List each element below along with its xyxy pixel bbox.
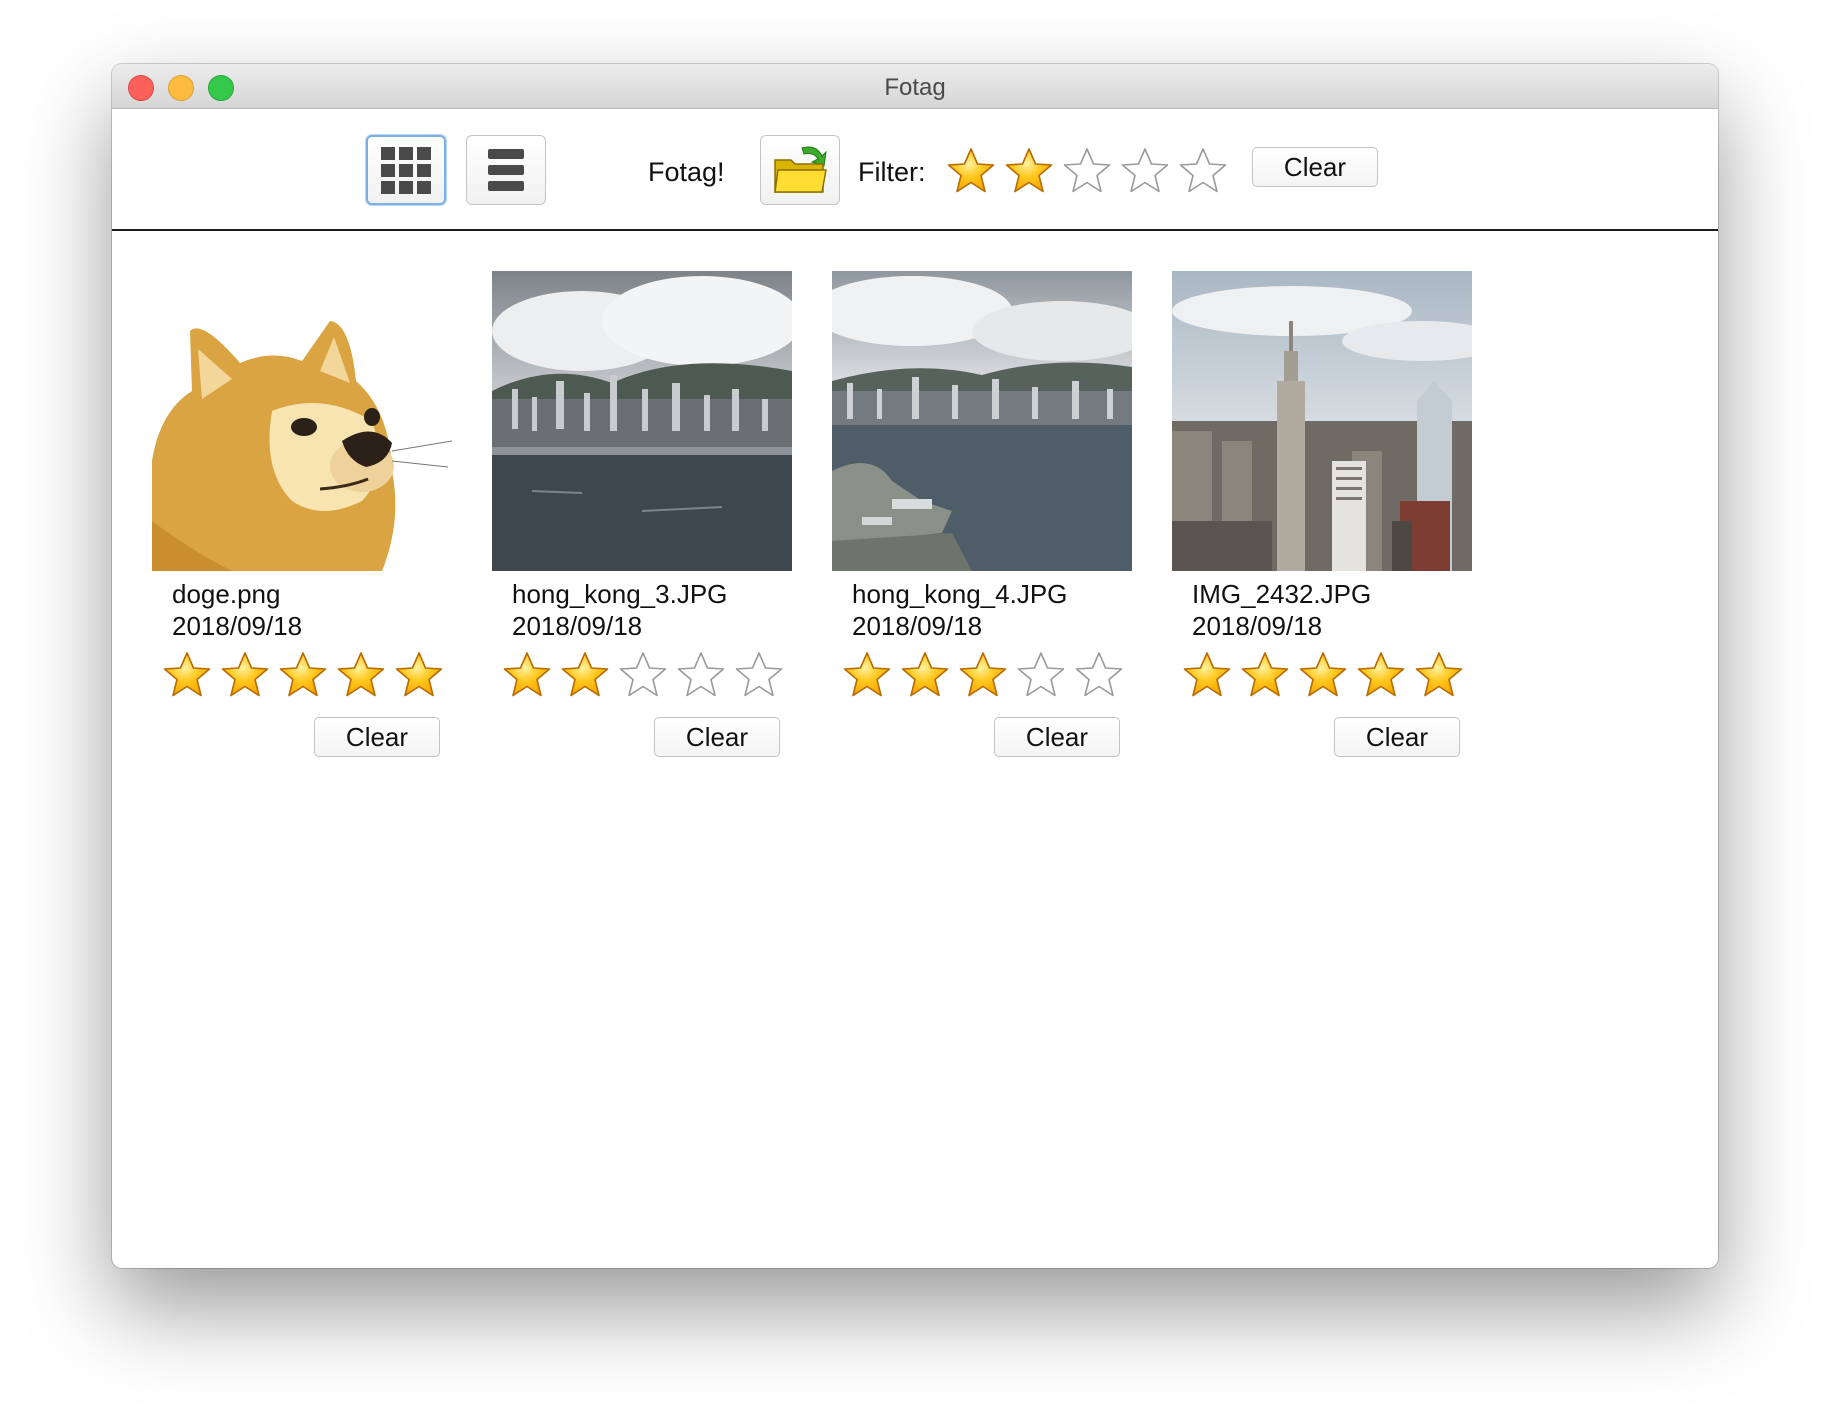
- photo-filename: IMG_2432.JPG: [1192, 579, 1372, 609]
- app-window: Fotag Fotag! Filter: Clear doge.png 2018…: [112, 64, 1718, 1268]
- photo-card: hong_kong_3.JPG 2018/09/18 Clear: [492, 271, 792, 781]
- hong-kong-photo: [832, 271, 1132, 571]
- list-view-icon: [488, 149, 524, 191]
- photo-clear-button[interactable]: Clear: [314, 717, 440, 757]
- photo-grid: doge.png 2018/09/18 Clear hong_kong_3.JP…: [112, 231, 1718, 1268]
- photo-thumbnail[interactable]: [492, 271, 792, 571]
- star-empty-icon[interactable]: [1176, 145, 1230, 199]
- star-filled-icon[interactable]: [956, 649, 1010, 703]
- photo-thumbnail[interactable]: [832, 271, 1132, 571]
- photo-date: 2018/09/18: [1192, 611, 1323, 641]
- open-folder-button[interactable]: [760, 135, 840, 205]
- star-empty-icon[interactable]: [1118, 145, 1172, 199]
- photo-filename: hong_kong_4.JPG: [852, 579, 1068, 609]
- photo-rating[interactable]: [160, 649, 450, 703]
- grid-view-button[interactable]: [366, 135, 446, 205]
- title-bar: Fotag: [112, 64, 1718, 109]
- star-filled-icon[interactable]: [1180, 649, 1234, 703]
- photo-date: 2018/09/18: [172, 611, 303, 641]
- city-skyline-photo: [1172, 271, 1472, 571]
- toolbar: Fotag! Filter: Clear: [112, 109, 1718, 231]
- photo-filename: doge.png: [172, 579, 281, 609]
- filter-rating[interactable]: [944, 145, 1234, 199]
- photo-date: 2018/09/18: [512, 611, 643, 641]
- window-title: Fotag: [884, 74, 946, 101]
- photo-rating[interactable]: [500, 649, 790, 703]
- filter-clear-button[interactable]: Clear: [1252, 147, 1378, 187]
- star-filled-icon[interactable]: [944, 145, 998, 199]
- photo-rating[interactable]: [840, 649, 1130, 703]
- star-filled-icon[interactable]: [160, 649, 214, 703]
- photo-thumbnail[interactable]: [152, 271, 452, 571]
- photo-card: IMG_2432.JPG 2018/09/18 Clear: [1172, 271, 1472, 781]
- photo-clear-button[interactable]: Clear: [654, 717, 780, 757]
- photo-clear-button[interactable]: Clear: [994, 717, 1120, 757]
- star-filled-icon[interactable]: [1412, 649, 1466, 703]
- star-filled-icon[interactable]: [1238, 649, 1292, 703]
- photo-card: hong_kong_4.JPG 2018/09/18 Clear: [832, 271, 1132, 781]
- star-filled-icon[interactable]: [1002, 145, 1056, 199]
- star-filled-icon[interactable]: [558, 649, 612, 703]
- star-filled-icon[interactable]: [276, 649, 330, 703]
- doge-image: [152, 271, 452, 571]
- star-filled-icon[interactable]: [1296, 649, 1350, 703]
- app-label: Fotag!: [648, 157, 725, 187]
- star-filled-icon[interactable]: [500, 649, 554, 703]
- star-filled-icon[interactable]: [392, 649, 446, 703]
- photo-rating[interactable]: [1180, 649, 1470, 703]
- star-filled-icon[interactable]: [898, 649, 952, 703]
- star-empty-icon[interactable]: [732, 649, 786, 703]
- star-filled-icon[interactable]: [218, 649, 272, 703]
- star-empty-icon[interactable]: [674, 649, 728, 703]
- photo-thumbnail[interactable]: [1172, 271, 1472, 571]
- photo-card: doge.png 2018/09/18 Clear: [152, 271, 452, 781]
- star-filled-icon[interactable]: [334, 649, 388, 703]
- photo-date: 2018/09/18: [852, 611, 983, 641]
- list-view-button[interactable]: [466, 135, 546, 205]
- star-empty-icon[interactable]: [616, 649, 670, 703]
- filter-label: Filter:: [858, 157, 926, 187]
- photo-filename: hong_kong_3.JPG: [512, 579, 728, 609]
- star-empty-icon[interactable]: [1060, 145, 1114, 199]
- star-filled-icon[interactable]: [1354, 649, 1408, 703]
- star-empty-icon[interactable]: [1072, 649, 1126, 703]
- photo-clear-button[interactable]: Clear: [1334, 717, 1460, 757]
- open-folder-icon: [774, 146, 827, 193]
- hong-kong-photo: [492, 271, 792, 571]
- star-filled-icon[interactable]: [840, 649, 894, 703]
- star-empty-icon[interactable]: [1014, 649, 1068, 703]
- grid-view-icon: [381, 146, 431, 194]
